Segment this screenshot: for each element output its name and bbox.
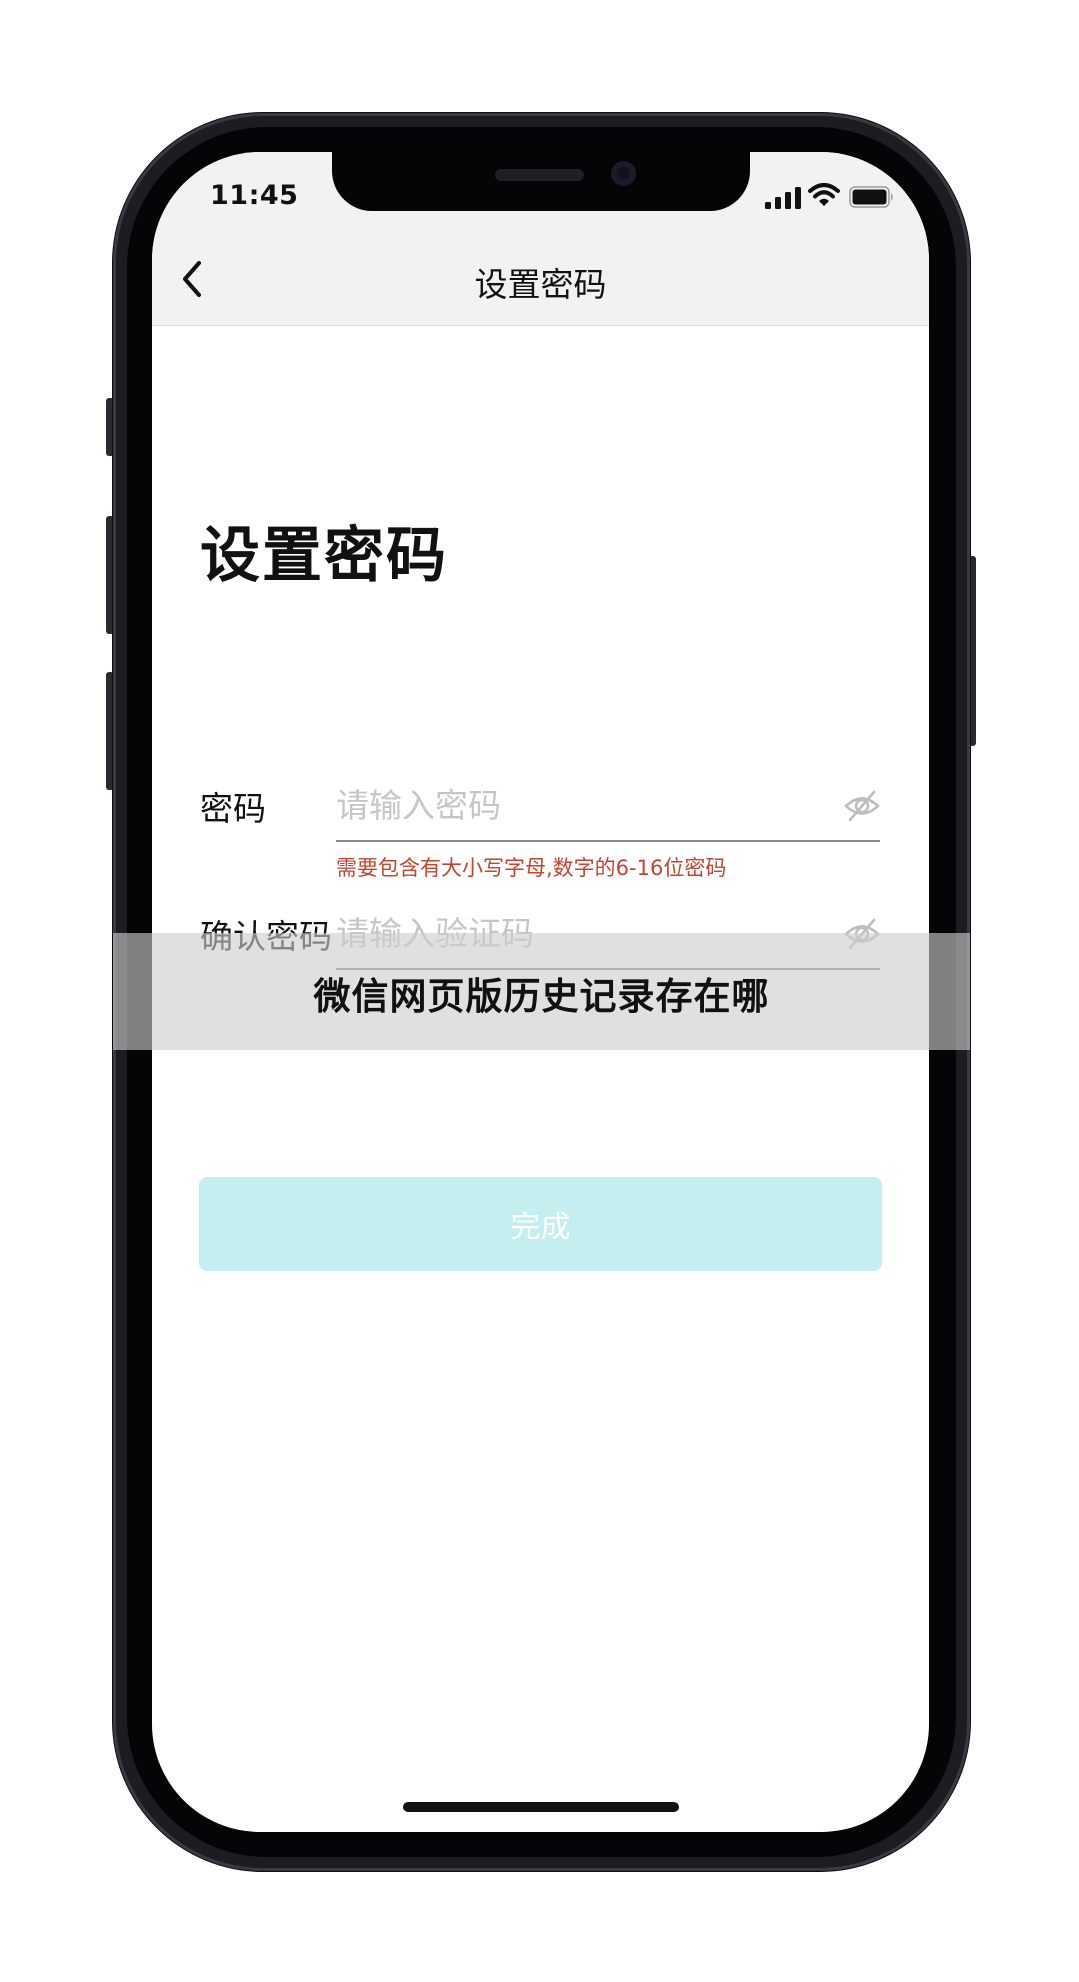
front-camera xyxy=(611,161,636,186)
notch xyxy=(332,152,750,211)
submit-button[interactable]: 完成 xyxy=(199,1177,882,1271)
password-input[interactable] xyxy=(336,780,834,830)
watermark-banner: 微信网页版历史记录存在哪 xyxy=(113,933,970,1050)
battery-icon xyxy=(849,186,893,208)
password-hint: 需要包含有大小写字母,数字的6-16位密码 xyxy=(336,856,727,880)
password-label: 密码 xyxy=(200,789,266,828)
wifi-icon xyxy=(808,183,840,206)
home-indicator xyxy=(403,1802,679,1812)
nav-title: 设置密码 xyxy=(474,265,607,304)
password-underline xyxy=(336,840,880,842)
page-heading: 设置密码 xyxy=(200,521,448,591)
cellular-signal-icon xyxy=(765,187,801,209)
page: 11:45 设置密码 设置密码 密码 需要包含有大小写字母,数字的6-16位密码… xyxy=(0,0,1079,1982)
eye-hidden-icon[interactable] xyxy=(843,788,881,824)
navigation-bar: 11:45 设置密码 xyxy=(152,152,929,326)
earpiece-speaker xyxy=(495,169,584,181)
watermark-text: 微信网页版历史记录存在哪 xyxy=(313,975,770,1018)
status-time: 11:45 xyxy=(210,180,299,211)
